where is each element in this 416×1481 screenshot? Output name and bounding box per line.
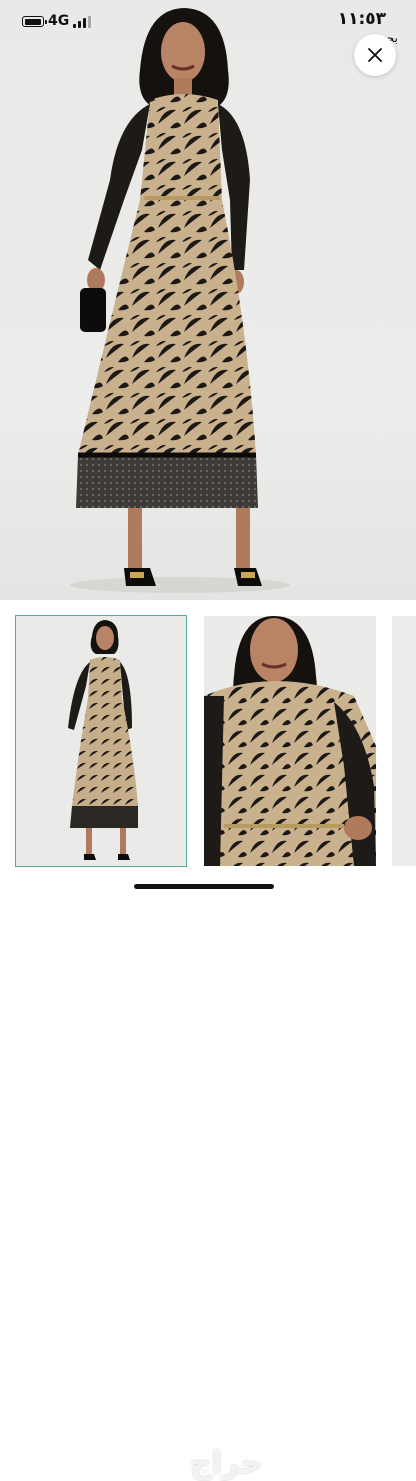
close-icon [368, 48, 382, 62]
close-button[interactable] [354, 34, 396, 76]
signal-icon [73, 16, 91, 28]
thumbnail-1[interactable] [15, 615, 187, 867]
thumbnail-3-image [392, 616, 416, 866]
watermark-logo: حراج [190, 1446, 263, 1481]
battery-icon [22, 16, 47, 27]
status-bar: 4G ١١:٥٣ ◂ بحث [0, 0, 416, 45]
network-label: 4G [48, 13, 70, 29]
home-indicator[interactable] [134, 884, 274, 889]
thumbnail-strip: حراج [0, 600, 416, 1481]
thumbnail-3[interactable] [392, 616, 416, 866]
thumbnail-2[interactable] [204, 616, 376, 866]
dress-photo [70, 8, 290, 593]
main-product-image[interactable] [0, 0, 416, 600]
thumbnail-2-image [204, 616, 376, 866]
status-time: ١١:٥٣ [337, 9, 386, 29]
thumbnail-1-image [68, 620, 138, 860]
